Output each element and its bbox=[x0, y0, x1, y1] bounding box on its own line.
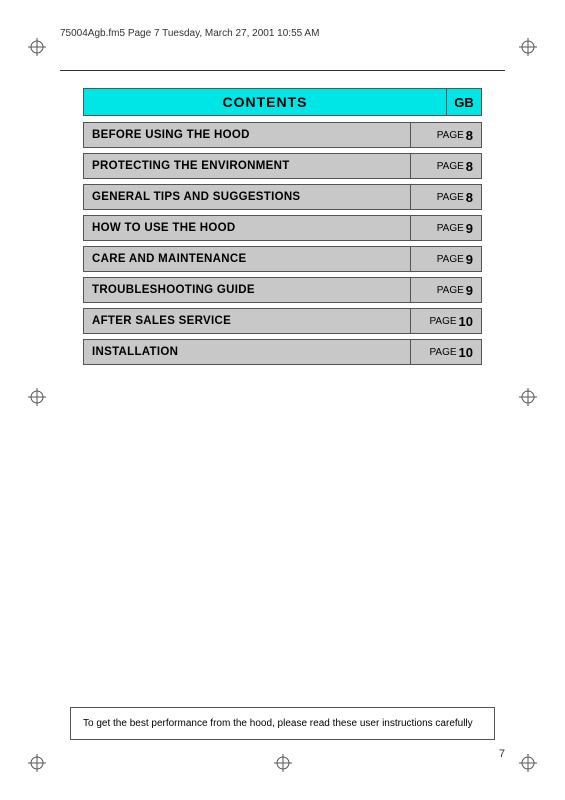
crosshair-bot-left bbox=[28, 754, 46, 772]
crosshair-bot-right bbox=[519, 754, 537, 772]
toc-row: INSTALLATIONPAGE 10 bbox=[83, 339, 482, 365]
toc-label-6: AFTER SALES SERVICE bbox=[83, 308, 410, 334]
toc-page-0: PAGE 8 bbox=[410, 122, 482, 148]
toc-label-0: BEFORE USING THE HOOD bbox=[83, 122, 410, 148]
page-num: 9 bbox=[466, 252, 473, 267]
contents-title: CONTENTS bbox=[83, 88, 446, 116]
page-word: PAGE bbox=[437, 161, 464, 172]
toc-row: HOW TO USE THE HOODPAGE 9 bbox=[83, 215, 482, 241]
toc-row: AFTER SALES SERVICEPAGE 10 bbox=[83, 308, 482, 334]
page-num: 9 bbox=[466, 283, 473, 298]
toc-label-3: HOW TO USE THE HOOD bbox=[83, 215, 410, 241]
contents-gb-label: GB bbox=[446, 88, 482, 116]
bottom-note-text: To get the best performance from the hoo… bbox=[83, 718, 473, 729]
header-divider bbox=[60, 70, 505, 71]
page-word: PAGE bbox=[437, 285, 464, 296]
header-bar: 75004Agb.fm5 Page 7 Tuesday, March 27, 2… bbox=[60, 28, 505, 39]
page-word: PAGE bbox=[437, 254, 464, 265]
contents-header-row: CONTENTS GB bbox=[83, 88, 482, 116]
toc-label-2: GENERAL TIPS AND SUGGESTIONS bbox=[83, 184, 410, 210]
page-num: 10 bbox=[459, 314, 473, 329]
toc-row: PROTECTING THE ENVIRONMENTPAGE 8 bbox=[83, 153, 482, 179]
toc-page-5: PAGE 9 bbox=[410, 277, 482, 303]
toc-label-4: CARE AND MAINTENANCE bbox=[83, 246, 410, 272]
toc-page-2: PAGE 8 bbox=[410, 184, 482, 210]
toc-page-3: PAGE 9 bbox=[410, 215, 482, 241]
toc-table: BEFORE USING THE HOODPAGE 8PROTECTING TH… bbox=[83, 122, 482, 365]
page: 75004Agb.fm5 Page 7 Tuesday, March 27, 2… bbox=[0, 0, 565, 800]
toc-row: BEFORE USING THE HOODPAGE 8 bbox=[83, 122, 482, 148]
file-info: 75004Agb.fm5 Page 7 Tuesday, March 27, 2… bbox=[60, 28, 319, 39]
page-word: PAGE bbox=[429, 316, 456, 327]
crosshair-mid-left bbox=[28, 388, 46, 406]
crosshair-top-left bbox=[28, 38, 46, 56]
toc-label-7: INSTALLATION bbox=[83, 339, 410, 365]
toc-row: TROUBLESHOOTING GUIDEPAGE 9 bbox=[83, 277, 482, 303]
page-word: PAGE bbox=[429, 347, 456, 358]
page-number: 7 bbox=[499, 748, 505, 760]
crosshair-mid-right bbox=[519, 388, 537, 406]
page-num: 10 bbox=[459, 345, 473, 360]
bottom-note: To get the best performance from the hoo… bbox=[70, 707, 495, 740]
toc-page-6: PAGE 10 bbox=[410, 308, 482, 334]
page-word: PAGE bbox=[437, 223, 464, 234]
page-word: PAGE bbox=[437, 130, 464, 141]
toc-label-5: TROUBLESHOOTING GUIDE bbox=[83, 277, 410, 303]
page-num: 8 bbox=[466, 159, 473, 174]
page-num: 8 bbox=[466, 190, 473, 205]
page-num: 9 bbox=[466, 221, 473, 236]
page-num: 8 bbox=[466, 128, 473, 143]
toc-page-1: PAGE 8 bbox=[410, 153, 482, 179]
crosshair-bot-center bbox=[274, 754, 292, 772]
toc-row: GENERAL TIPS AND SUGGESTIONSPAGE 8 bbox=[83, 184, 482, 210]
toc-page-4: PAGE 9 bbox=[410, 246, 482, 272]
toc-row: CARE AND MAINTENANCEPAGE 9 bbox=[83, 246, 482, 272]
content-area: CONTENTS GB BEFORE USING THE HOODPAGE 8P… bbox=[83, 88, 482, 370]
toc-page-7: PAGE 10 bbox=[410, 339, 482, 365]
page-word: PAGE bbox=[437, 192, 464, 203]
toc-label-1: PROTECTING THE ENVIRONMENT bbox=[83, 153, 410, 179]
crosshair-top-right bbox=[519, 38, 537, 56]
